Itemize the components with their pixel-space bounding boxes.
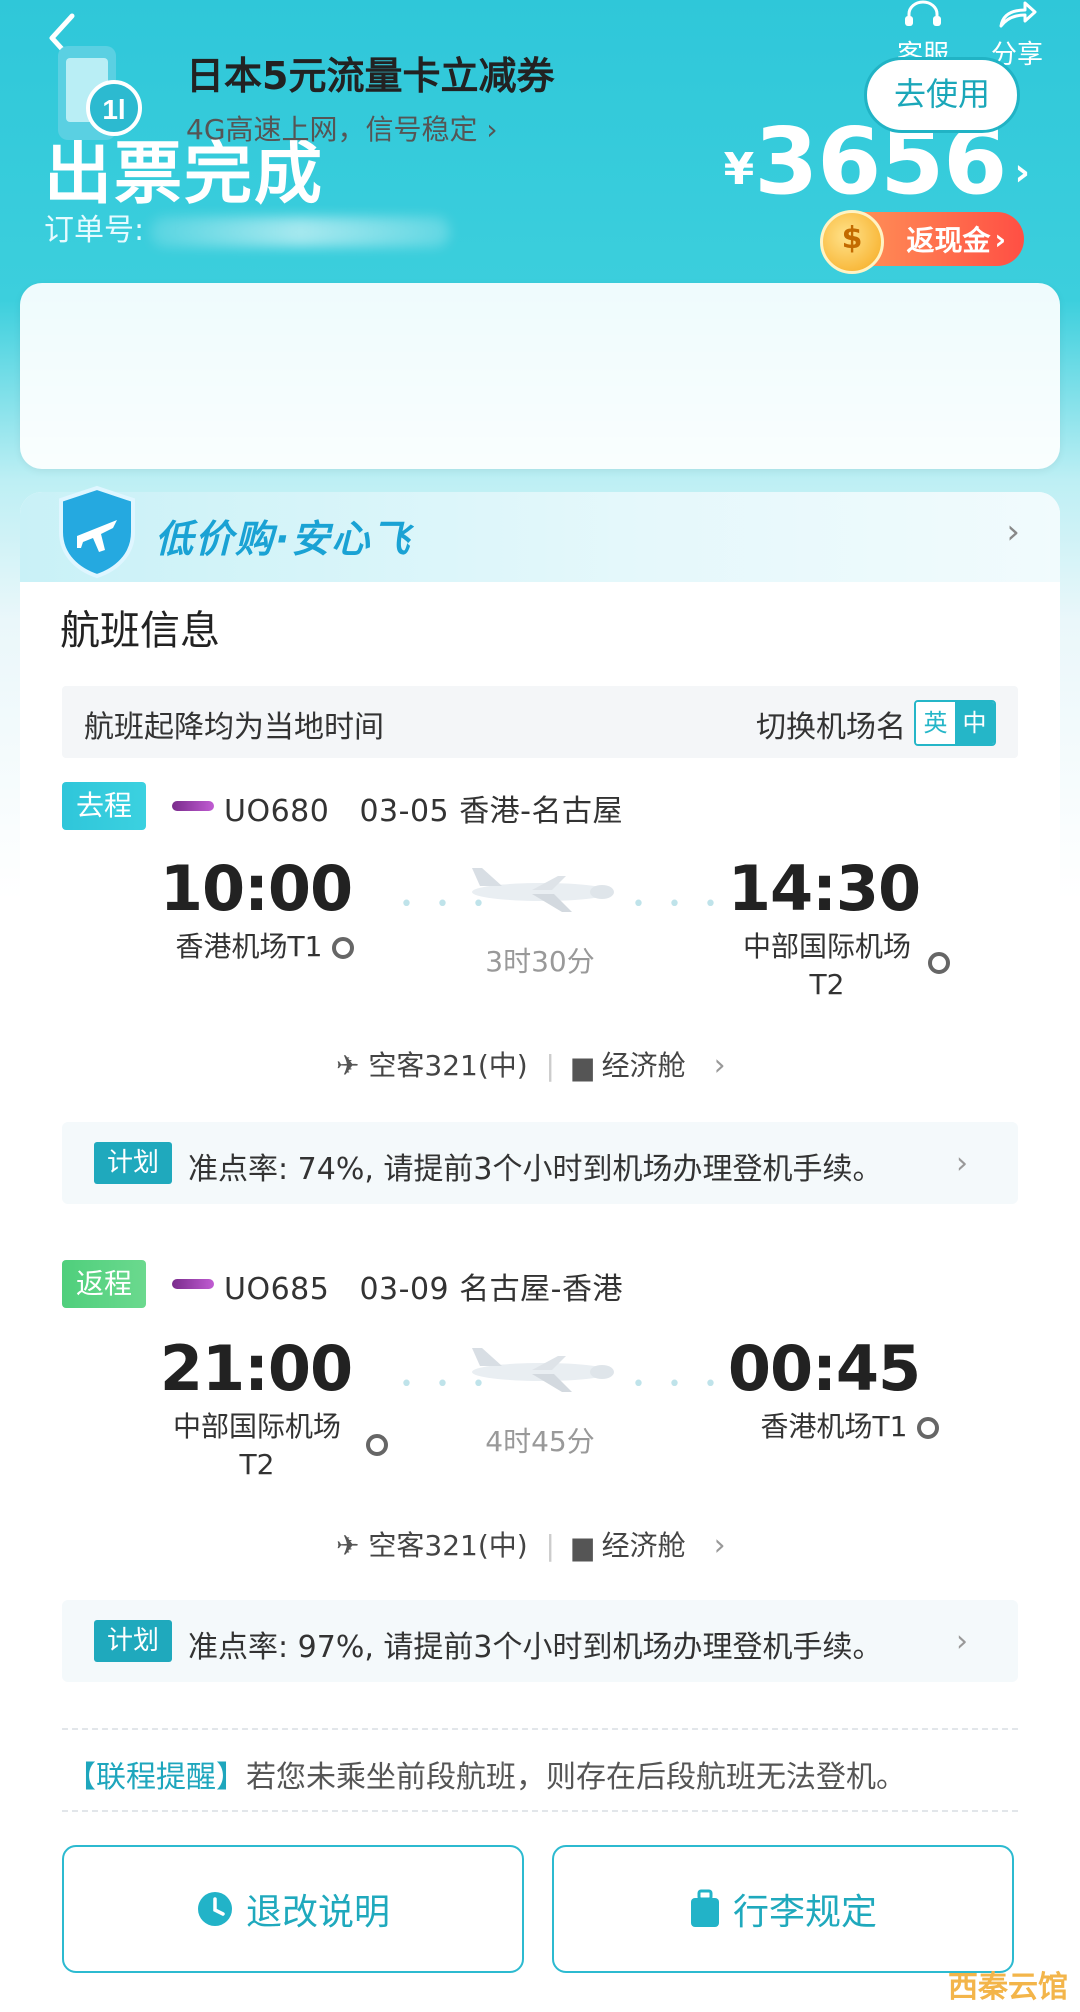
airplane-icon (472, 868, 614, 912)
chevron-right-icon: › (694, 1048, 726, 1083)
clock-icon (197, 1892, 232, 1926)
flight-route: 名古屋-香港 (459, 1272, 624, 1307)
arrival-time: 00:45 (727, 1332, 921, 1405)
chevron-right-icon[interactable]: › (1006, 512, 1020, 552)
departure-airport: 中部国际机场 T2 (142, 1408, 372, 1484)
seat-icon: ▆ (572, 1052, 593, 1082)
departure-airport: 香港机场T1 (150, 928, 380, 966)
change-policy-button[interactable]: 退改说明 (62, 1845, 524, 1973)
location-pin-icon[interactable] (366, 1434, 388, 1456)
switch-airport-label: 切换机场名 (756, 710, 906, 745)
flight-duration: 3时30分 (485, 945, 595, 978)
flight-header: UO685 03-09 名古屋-香港 (224, 1264, 623, 1308)
phone-data-icon: 1l (58, 46, 142, 140)
connection-reminder: 【联程提醒】若您未乘坐前段航班，则存在后段航班无法登机。 (66, 1752, 906, 1796)
flight-header: UO680 03-05 香港-名古屋 (224, 786, 623, 830)
coin-icon: $ (820, 210, 884, 274)
chevron-right-icon: › (956, 1146, 968, 1181)
local-time-note: 航班起降均为当地时间 (84, 710, 384, 745)
flight-duration: 4时45分 (485, 1425, 595, 1458)
chevron-right-icon: › (994, 222, 1006, 256)
dashed-divider (62, 1728, 1018, 1730)
order-number-redacted (150, 216, 451, 247)
flight-details-row[interactable]: ✈ 空客321(中) | ▆ 经济舱 › (336, 1524, 726, 1564)
flight-route: 香港-名古屋 (459, 794, 624, 829)
location-pin-icon[interactable] (928, 952, 950, 974)
promo-subtitle[interactable]: 4G高速上网，信号稳定 › (186, 108, 498, 148)
cabin-class: 经济舱 (601, 1049, 686, 1082)
cabin-class: 经济舱 (601, 1529, 686, 1562)
departure-airport-name: 香港机场T1 (175, 930, 323, 963)
arrival-airport-name: 香港机场T1 (760, 1410, 908, 1443)
promo-title: 日本5元流量卡立减券 (186, 54, 555, 98)
outbound-tag: 去程 (62, 782, 146, 830)
chevron-right-icon: › (477, 113, 498, 146)
chevron-right-icon: › (956, 1624, 968, 1659)
punctuality-text: 准点率: 97%, 请提前3个小时到机场办理登机手续。 (188, 1630, 883, 1665)
airplane-icon (472, 1348, 614, 1392)
flight-date: 03-09 (359, 1272, 450, 1307)
dashed-divider (62, 1810, 1018, 1812)
punctuality-text: 准点率: 74%, 请提前3个小时到机场办理登机手续。 (188, 1152, 883, 1187)
order-label: 订单号: (44, 213, 145, 248)
lang-zh-option[interactable]: 中 (955, 702, 994, 744)
headset-icon (905, 0, 941, 26)
divider: | (536, 1049, 564, 1082)
aircraft-type: 空客321(中) (368, 1049, 528, 1082)
plan-tag: 计划 (94, 1142, 172, 1184)
svg-text:1l: 1l (102, 94, 125, 125)
departure-time: 21:00 (159, 1332, 353, 1405)
promo-card[interactable] (20, 283, 1060, 469)
baggage-policy-button[interactable]: 行李规定 (552, 1845, 1014, 1973)
shield-plane-icon (59, 485, 135, 579)
airline-logo (172, 801, 214, 811)
promo-subtitle-text: 4G高速上网，信号稳定 (186, 113, 478, 146)
change-policy-label: 退改说明 (245, 1892, 390, 1933)
section-title: 航班信息 (60, 608, 220, 654)
flight-number: UO685 (224, 1272, 330, 1307)
arrival-airport: 中部国际机场 T2 (712, 928, 942, 1004)
arrival-terminal: T2 (809, 968, 845, 1001)
plan-tag: 计划 (94, 1620, 172, 1662)
flight-number: UO680 (224, 794, 330, 829)
order-number: 订单号: (44, 205, 451, 249)
seat-icon: ▆ (572, 1532, 593, 1562)
baggage-policy-label: 行李规定 (732, 1892, 877, 1933)
connection-reminder-text: 若您未乘坐前段航班，则存在后段航班无法登机。 (246, 1760, 906, 1795)
banner-text: 低价购·安心飞 (155, 517, 412, 561)
cashback-badge[interactable]: $ 返现金 › (820, 210, 1024, 274)
location-pin-icon[interactable] (332, 937, 355, 959)
language-toggle[interactable]: 英 中 (914, 700, 996, 746)
departure-airport-name: 中部国际机场 (172, 1410, 341, 1443)
route-dots-right: • • • (632, 892, 725, 917)
departure-time: 10:00 (159, 852, 353, 925)
return-tag: 返程 (62, 1260, 146, 1308)
plane-small-icon: ✈ (336, 1529, 360, 1562)
arrival-time: 14:30 (727, 852, 921, 925)
location-pin-icon[interactable] (917, 1417, 940, 1439)
use-coupon-button[interactable]: 去使用 (864, 57, 1020, 133)
chevron-right-icon: › (1014, 150, 1030, 194)
airline-logo (172, 1279, 214, 1289)
chevron-right-icon: › (694, 1528, 726, 1563)
watermark: 西秦云馆 (948, 1970, 1068, 2005)
divider: | (536, 1529, 564, 1562)
cashback-label: 返现金 (906, 224, 991, 257)
arrival-airport: 香港机场T1 (730, 1408, 970, 1446)
arrival-airport-name: 中部国际机场 (742, 930, 911, 963)
currency-symbol: ¥ (723, 144, 755, 195)
aircraft-type: 空客321(中) (368, 1529, 528, 1562)
lang-en-option[interactable]: 英 (916, 702, 955, 744)
connection-reminder-label: 【联程提醒】 (66, 1760, 246, 1795)
flight-date: 03-05 (359, 794, 450, 829)
luggage-icon (690, 1889, 719, 1927)
departure-terminal: T2 (239, 1448, 275, 1481)
share-icon (999, 1, 1037, 28)
flight-details-row[interactable]: ✈ 空客321(中) | ▆ 经济舱 › (336, 1044, 726, 1084)
route-dots-right: • • • (632, 1372, 725, 1397)
plane-small-icon: ✈ (336, 1049, 360, 1082)
